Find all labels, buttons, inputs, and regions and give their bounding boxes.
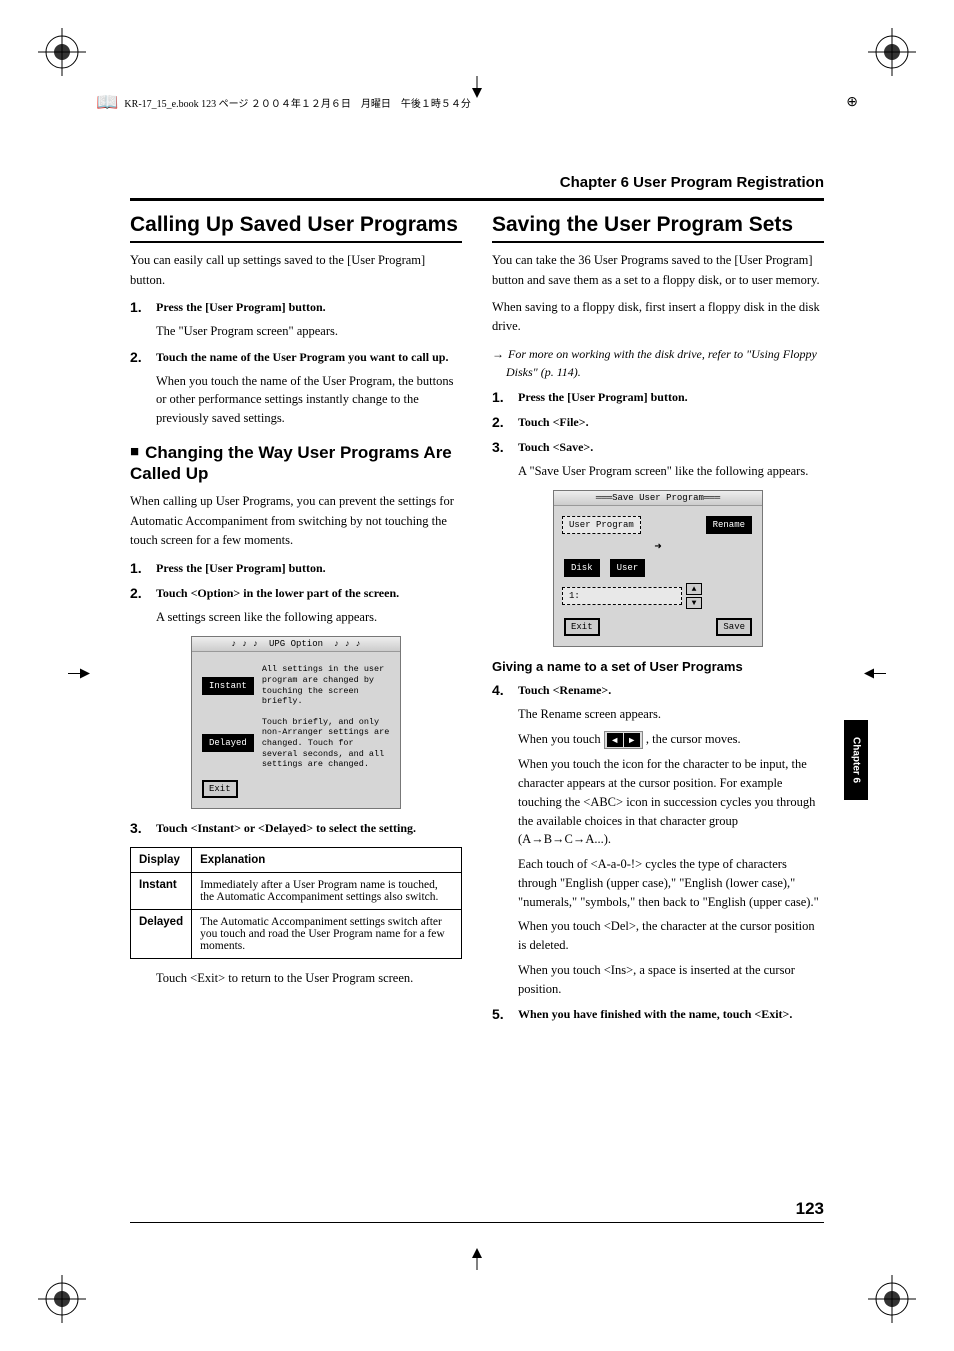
table-header-row: Display Explanation	[131, 847, 462, 872]
arrow-down-icon: ➜	[562, 539, 754, 554]
left-arrow-icon[interactable]: ◄	[607, 733, 623, 747]
step-item: When you have finished with the name, to…	[492, 1005, 824, 1023]
cursor-nav-icon: ◄ ►	[604, 731, 643, 749]
exit-button[interactable]: Exit	[202, 780, 238, 798]
cross-ref-note: →For more on working with the disk drive…	[506, 345, 824, 381]
user-button[interactable]: User	[610, 559, 646, 577]
steps-list: Press the [User Program] button. Touch <…	[130, 559, 462, 627]
book-icon: 📖	[96, 92, 118, 113]
subsubsection-title: Giving a name to a set of User Programs	[492, 659, 824, 674]
delayed-description: Touch briefly, and only non-Arranger set…	[256, 717, 392, 770]
step-item: Touch <Rename>. The Rename screen appear…	[492, 681, 824, 998]
exit-button[interactable]: Exit	[564, 618, 600, 636]
step-item: Press the [User Program] button.	[130, 559, 462, 577]
right-column: Saving the User Program Sets You can tak…	[492, 212, 824, 1030]
table-header: Display	[131, 847, 192, 872]
crop-mark-icon	[38, 28, 86, 76]
screenshot-title: ═══ Save User Program ═══	[554, 491, 762, 506]
delayed-button[interactable]: Delayed	[202, 734, 254, 752]
step-item: Touch <Option> in the lower part of the …	[130, 584, 462, 627]
intro-text: You can take the 36 User Programs saved …	[492, 251, 824, 290]
step-item: Press the [User Program] button. The "Us…	[130, 298, 462, 341]
right-arrow-icon[interactable]: ►	[624, 733, 640, 747]
name-field[interactable]: User Program	[562, 516, 641, 534]
register-mark-icon	[862, 664, 886, 687]
intro-text: You can easily call up settings saved to…	[130, 251, 462, 290]
arrow-icon: →	[492, 347, 504, 361]
step-item: Touch <Save>. A "Save User Program scree…	[492, 438, 824, 481]
steps-list: Press the [User Program] button. Touch <…	[492, 388, 824, 481]
rename-button[interactable]: Rename	[706, 516, 752, 534]
disk-button[interactable]: Disk	[564, 559, 600, 577]
exit-note: Touch <Exit> to return to the User Progr…	[156, 969, 462, 988]
table-header: Explanation	[192, 847, 462, 872]
table-cell: The Automatic Accompaniment settings swi…	[192, 909, 462, 958]
upg-option-screenshot: ♪ ♪ ♪ UPG Option ♪ ♪ ♪ Instant All setti…	[191, 636, 401, 809]
instant-description: All settings in the user program are cha…	[256, 664, 392, 707]
chapter-header: Chapter 6 User Program Registration	[560, 174, 824, 191]
crop-mark-icon	[38, 1275, 86, 1323]
section-title: Saving the User Program Sets	[492, 212, 824, 243]
register-mark-icon	[468, 1246, 486, 1275]
table-cell: Instant	[131, 872, 192, 909]
instant-button[interactable]: Instant	[202, 677, 254, 695]
intro-text: When saving to a floppy disk, first inse…	[492, 298, 824, 337]
table-row: Instant Immediately after a User Program…	[131, 872, 462, 909]
chapter-rule	[130, 198, 824, 201]
section-title: Calling Up Saved User Programs	[130, 212, 462, 243]
slot-field[interactable]: 1:	[562, 587, 682, 605]
crop-mark-icon	[868, 1275, 916, 1323]
step-item: Touch the name of the User Program you w…	[130, 348, 462, 428]
explain-table: Display Explanation Instant Immediately …	[130, 847, 462, 959]
up-icon[interactable]: ▲	[686, 583, 702, 595]
up-down-stepper[interactable]: ▲ ▼	[686, 582, 702, 610]
screenshot-title: ♪ ♪ ♪ UPG Option ♪ ♪ ♪	[192, 637, 400, 652]
chapter-tab: Chapter 6	[844, 720, 868, 800]
step-item: Touch <File>.	[492, 413, 824, 431]
save-user-program-screenshot: ═══ Save User Program ═══ User Program R…	[553, 490, 763, 647]
page-number: 123	[796, 1199, 824, 1219]
steps-list: Press the [User Program] button. The "Us…	[130, 298, 462, 428]
step-item: Touch <Instant> or <Delayed> to select t…	[130, 819, 462, 837]
save-button[interactable]: Save	[716, 618, 752, 636]
down-icon[interactable]: ▼	[686, 597, 702, 609]
square-bullet-icon: ■	[130, 443, 139, 460]
build-header-text: KR-17_15_e.book 123 ページ ２００４年１２月６日 月曜日 午…	[124, 95, 470, 110]
register-mark-icon	[68, 664, 92, 687]
subsection-title: ■Changing the Way User Programs Are Call…	[130, 442, 462, 485]
cursor-line: When you touch ◄ ► , the cursor moves.	[518, 730, 824, 749]
footer-rule	[130, 1222, 824, 1223]
ornament-icon: ⊕	[846, 94, 858, 111]
steps-list: Touch <Rename>. The Rename screen appear…	[492, 681, 824, 1023]
table-cell: Delayed	[131, 909, 192, 958]
steps-list: Touch <Instant> or <Delayed> to select t…	[130, 819, 462, 837]
left-column: Calling Up Saved User Programs You can e…	[130, 212, 462, 1030]
crop-mark-icon	[868, 28, 916, 76]
table-cell: Immediately after a User Program name is…	[192, 872, 462, 909]
subsection-intro: When calling up User Programs, you can p…	[130, 492, 462, 550]
step-item: Press the [User Program] button.	[492, 388, 824, 406]
build-header: 📖 KR-17_15_e.book 123 ページ ２００４年１２月６日 月曜日…	[96, 92, 858, 113]
table-row: Delayed The Automatic Accompaniment sett…	[131, 909, 462, 958]
